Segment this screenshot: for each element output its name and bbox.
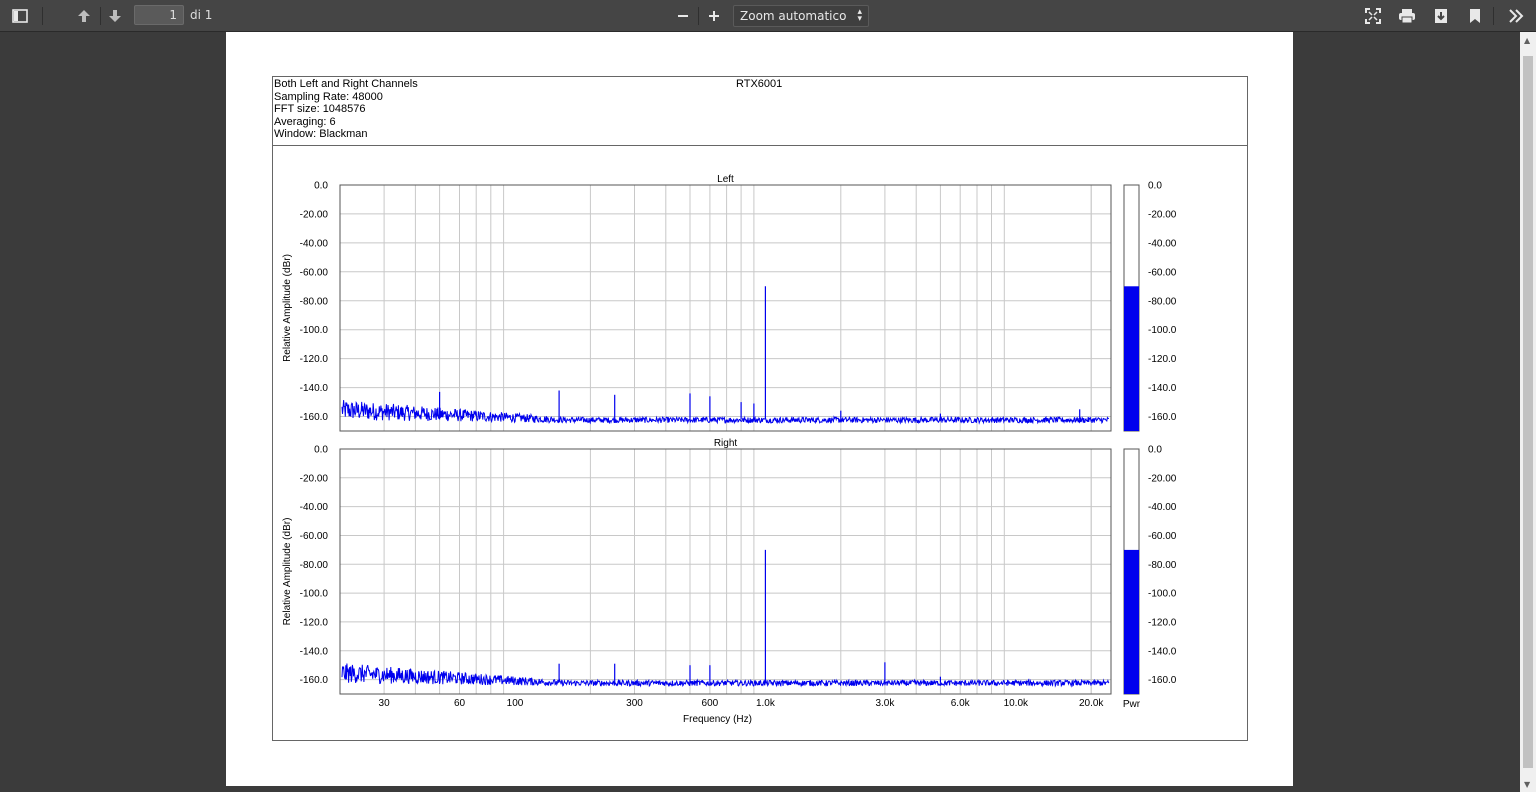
plot-area-border xyxy=(339,184,1112,432)
meter-tick-label: -100.0 xyxy=(1148,589,1177,600)
meter-tick-label: 0.0 xyxy=(1148,445,1162,456)
y-tick-label: -20.00 xyxy=(300,209,329,220)
x-tick-label: 600 xyxy=(702,698,719,709)
meter-tick-label: -160.0 xyxy=(1148,412,1177,423)
y-tick-label: 0.0 xyxy=(314,445,328,456)
plot-area-border xyxy=(339,448,1112,695)
chart-title: Left xyxy=(717,174,734,185)
meter-tick-label: -40.00 xyxy=(1148,238,1177,249)
y-tick-label: -140.0 xyxy=(300,646,329,657)
y-tick-label: -80.00 xyxy=(300,560,329,571)
y-tick-label: -20.00 xyxy=(300,473,329,484)
meter-tick-label: -100.0 xyxy=(1148,325,1177,336)
meter-tick-label: -60.00 xyxy=(1148,267,1177,278)
x-axis-label: Frequency (Hz) xyxy=(683,714,752,725)
x-tick-label: 6.0k xyxy=(951,698,971,709)
x-tick-label: 100 xyxy=(507,698,524,709)
spectrum-trace xyxy=(341,400,1109,425)
meter-tick-label: -80.00 xyxy=(1148,296,1177,307)
meter-tick-label: -120.0 xyxy=(1148,617,1177,628)
y-tick-label: -60.00 xyxy=(300,531,329,542)
y-axis-label: Relative Amplitude (dBr) xyxy=(282,254,293,362)
x-tick-label: 300 xyxy=(626,698,643,709)
meter-tick-label: 0.0 xyxy=(1148,181,1162,192)
meter-tick-label: -140.0 xyxy=(1148,383,1177,394)
x-tick-label: 1.0k xyxy=(756,698,776,709)
meter-tick-label: -20.00 xyxy=(1148,209,1177,220)
meter-label: Pwr xyxy=(1123,699,1141,710)
y-tick-label: -160.0 xyxy=(300,675,329,686)
meter-tick-label: -40.00 xyxy=(1148,502,1177,513)
y-tick-label: -40.00 xyxy=(300,238,329,249)
x-tick-label: 10.0k xyxy=(1004,698,1029,709)
chart-panel-right: 0.0 -20.00 -40.00 -60.00 -80.00 -100.0 -120.0 -… xyxy=(282,438,1177,725)
chart-panel-left: 0.0 -20.00 -40.00 -60.00 -80.00 -100.0 -120.0 -… xyxy=(282,174,1177,432)
y-tick-label: -140.0 xyxy=(300,383,329,394)
y-tick-label: -100.0 xyxy=(300,325,329,336)
meter-tick-label: -20.00 xyxy=(1148,473,1177,484)
meter-tick-label: -120.0 xyxy=(1148,354,1177,365)
y-tick-label: -160.0 xyxy=(300,412,329,423)
x-tick-label: 20.0k xyxy=(1079,698,1104,709)
meter-tick-label: -160.0 xyxy=(1148,675,1177,686)
y-tick-label: -120.0 xyxy=(300,617,329,628)
x-tick-label: 3.0k xyxy=(875,698,895,709)
y-axis-label: Relative Amplitude (dBr) xyxy=(282,518,293,626)
y-tick-label: -100.0 xyxy=(300,589,329,600)
y-tick-label: -60.00 xyxy=(300,267,329,278)
meter-tick-label: -60.00 xyxy=(1148,531,1177,542)
y-tick-label: -40.00 xyxy=(300,502,329,513)
x-tick-label: 30 xyxy=(379,698,391,709)
y-tick-label: -120.0 xyxy=(300,354,329,365)
chart-title: Right xyxy=(714,438,738,449)
spectrum-trace xyxy=(341,663,1110,688)
meter-tick-label: -80.00 xyxy=(1148,560,1177,571)
y-tick-label: -80.00 xyxy=(300,296,329,307)
meter-tick-label: -140.0 xyxy=(1148,646,1177,657)
power-meter-fill xyxy=(1124,549,1139,694)
power-meter-fill xyxy=(1124,286,1139,431)
fft-charts: 0.0 -20.00 -40.00 -60.00 -80.00 -100.0 -120.0 -… xyxy=(282,174,1177,725)
y-tick-label: 0.0 xyxy=(314,181,328,192)
x-tick-label: 60 xyxy=(454,698,466,709)
